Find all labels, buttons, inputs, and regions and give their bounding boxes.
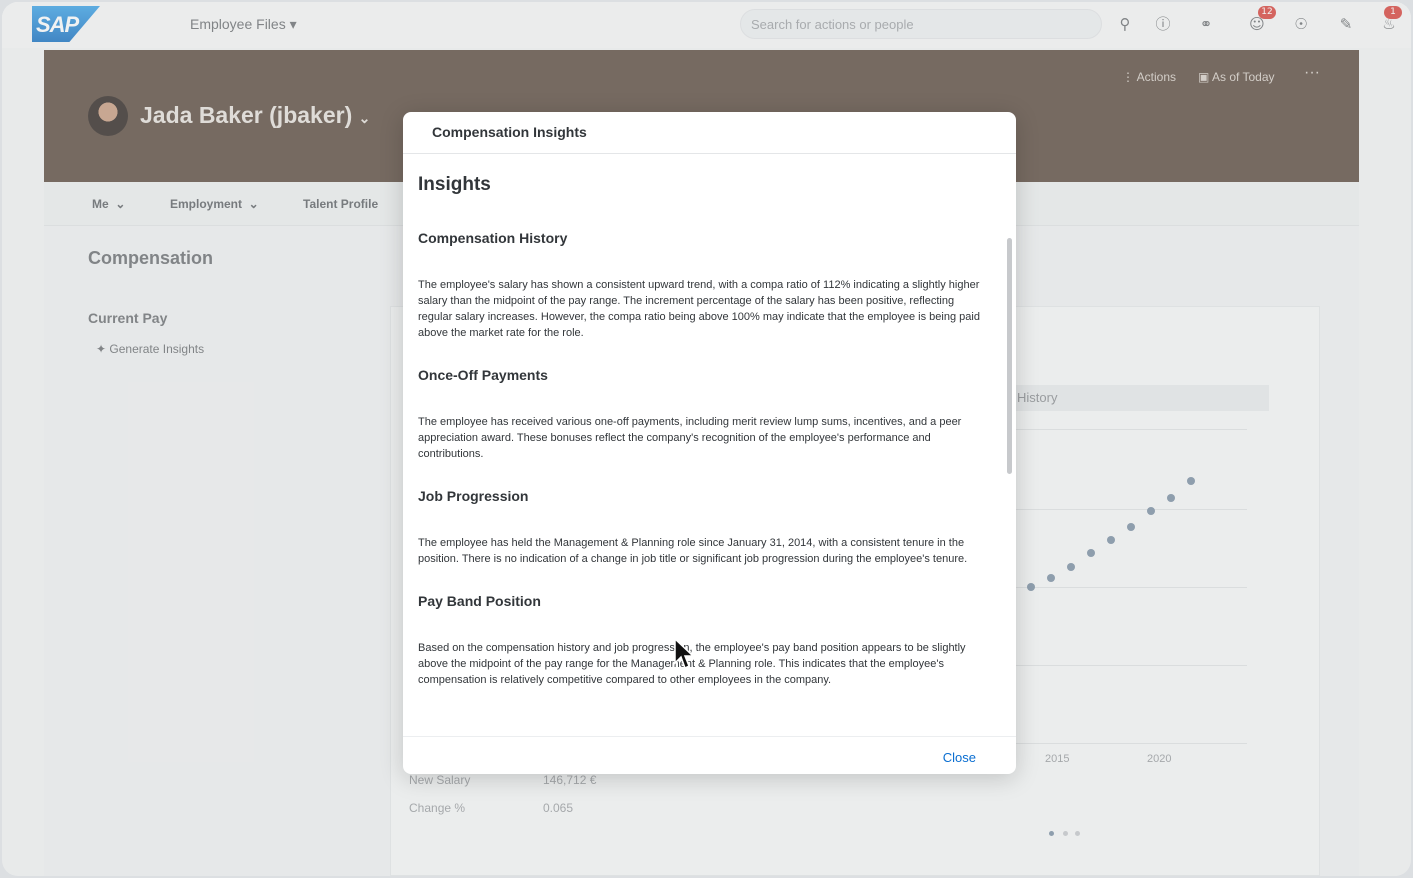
section-heading: Compensation History <box>418 230 568 246</box>
dialog-footer: Close <box>403 736 1016 774</box>
section-text: The employee's salary has shown a consis… <box>418 279 980 339</box>
dialog-title: Compensation Insights <box>403 112 1016 154</box>
app-frame: SAP Employee Files ▾ Search for actions … <box>2 2 1411 876</box>
close-button[interactable]: Close <box>943 750 976 765</box>
insights-heading: Insights <box>418 174 491 195</box>
section-text: The employee has received various one-of… <box>418 416 962 460</box>
compensation-insights-dialog: Compensation Insights Insights Compensat… <box>403 112 1016 774</box>
section-text: The employee has held the Management & P… <box>418 537 968 565</box>
section-heading: Pay Band Position <box>418 593 541 609</box>
section-heading: Once-Off Payments <box>418 367 548 383</box>
dialog-body[interactable]: Insights Compensation History The employ… <box>403 154 1003 736</box>
section-text: Based on the compensation history and jo… <box>418 642 966 686</box>
dialog-scrollbar[interactable] <box>1007 238 1012 474</box>
mouse-cursor-icon <box>674 638 695 670</box>
section-heading: Job Progression <box>418 488 529 504</box>
